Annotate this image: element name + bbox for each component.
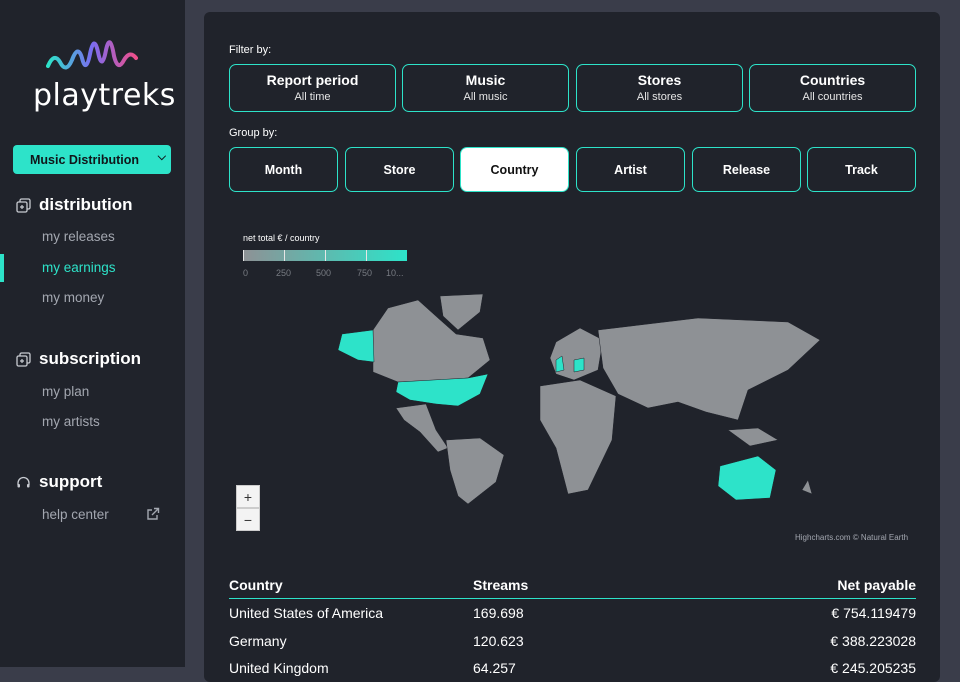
map-zoom-in-button[interactable]: +	[236, 485, 260, 508]
sidebar-item-my-money[interactable]: my money	[42, 290, 104, 305]
legend-tick	[366, 250, 367, 261]
legend-tick	[243, 250, 244, 261]
legend-label: 250	[276, 268, 292, 278]
cell-country: Germany	[229, 633, 287, 649]
distribution-selector[interactable]: Music Distribution ⌵	[13, 145, 171, 174]
section-title: subscription	[39, 349, 142, 368]
filter-value: All stores	[636, 91, 683, 103]
layers-icon	[16, 197, 31, 213]
world-map[interactable]	[318, 290, 828, 505]
filter-value: All countries	[802, 91, 863, 103]
map-region-africa	[539, 379, 617, 495]
group-label: Group by:	[229, 127, 278, 139]
cell-net-payable: € 245.205235	[830, 660, 916, 676]
section-distribution: distribution	[16, 195, 132, 215]
table-header-streams[interactable]: Streams	[473, 577, 528, 593]
map-credits[interactable]: Highcharts.com © Natural Earth	[795, 533, 908, 542]
group-release-button[interactable]: Release	[692, 147, 801, 192]
cell-streams: 120.623	[473, 633, 524, 649]
map-region-south-america	[445, 437, 505, 505]
legend-tick	[325, 250, 326, 261]
group-track-button[interactable]: Track	[807, 147, 916, 192]
table-header-divider	[229, 598, 916, 599]
cell-streams: 169.698	[473, 605, 524, 621]
group-country-button[interactable]: Country	[460, 147, 569, 192]
map-region-europe	[549, 327, 604, 381]
soundwave-icon	[46, 40, 138, 70]
legend-label: 0	[243, 268, 249, 278]
external-link-icon[interactable]	[146, 507, 160, 521]
map-region-asia	[597, 317, 821, 421]
selector-label: Music Distribution	[30, 152, 140, 167]
section-title: distribution	[39, 195, 133, 214]
filter-label: Filter by:	[229, 44, 272, 56]
sidebar-item-my-plan[interactable]: my plan	[42, 384, 89, 399]
headset-icon	[17, 476, 30, 487]
legend-label: 10...	[386, 268, 404, 278]
brand-name: playtreks	[33, 78, 176, 113]
filter-music-button[interactable]: Music All music	[402, 64, 569, 112]
filter-title: Music	[465, 72, 506, 88]
cell-streams: 64.257	[473, 660, 516, 676]
sidebar: playtreks Music Distribution ⌵ distribut…	[0, 0, 185, 667]
filter-title: Report period	[266, 72, 359, 88]
sidebar-item-help-center[interactable]: help center	[42, 507, 109, 522]
group-artist-button[interactable]: Artist	[576, 147, 685, 192]
layers-icon	[16, 351, 31, 367]
table-header-net-payable[interactable]: Net payable	[716, 577, 916, 593]
cell-net-payable: € 754.119479	[831, 605, 916, 621]
filter-title: Countries	[799, 72, 866, 88]
filter-stores-button[interactable]: Stores All stores	[576, 64, 743, 112]
filter-value: All time	[294, 91, 331, 103]
cell-country: United Kingdom	[229, 660, 329, 676]
filter-countries-button[interactable]: Countries All countries	[749, 64, 916, 112]
map-region-mexico	[395, 403, 449, 453]
map-region-se-asia	[727, 427, 779, 447]
map-region-greenland	[439, 293, 484, 331]
section-title: support	[39, 472, 103, 491]
map-region-australia	[717, 455, 777, 501]
filter-report-period-button[interactable]: Report period All time	[229, 64, 396, 112]
legend-tick	[284, 250, 285, 261]
active-indicator	[0, 254, 4, 282]
map-zoom-out-button[interactable]: −	[236, 508, 260, 531]
filter-title: Stores	[637, 72, 682, 88]
playtreks-logo[interactable]: playtreks	[30, 30, 175, 115]
map-region-alaska	[337, 329, 375, 363]
sidebar-item-my-earnings[interactable]: my earnings	[42, 260, 116, 275]
legend-label: 500	[316, 268, 332, 278]
section-support: support	[16, 472, 102, 492]
map-region-new-zealand	[801, 479, 813, 495]
map-legend-title: net total € / country	[243, 233, 320, 243]
section-subscription: subscription	[16, 349, 141, 369]
filter-value: All music	[463, 91, 508, 103]
legend-label: 750	[357, 268, 373, 278]
map-region-germany	[573, 357, 585, 373]
cell-country: United States of America	[229, 605, 384, 621]
chevron-down-icon: ⌵	[157, 151, 166, 163]
sidebar-item-my-releases[interactable]: my releases	[42, 229, 115, 244]
group-month-button[interactable]: Month	[229, 147, 338, 192]
sidebar-item-my-artists[interactable]: my artists	[42, 414, 100, 429]
table-header-country[interactable]: Country	[229, 577, 283, 593]
cell-net-payable: € 388.223028	[830, 633, 916, 649]
group-store-button[interactable]: Store	[345, 147, 454, 192]
